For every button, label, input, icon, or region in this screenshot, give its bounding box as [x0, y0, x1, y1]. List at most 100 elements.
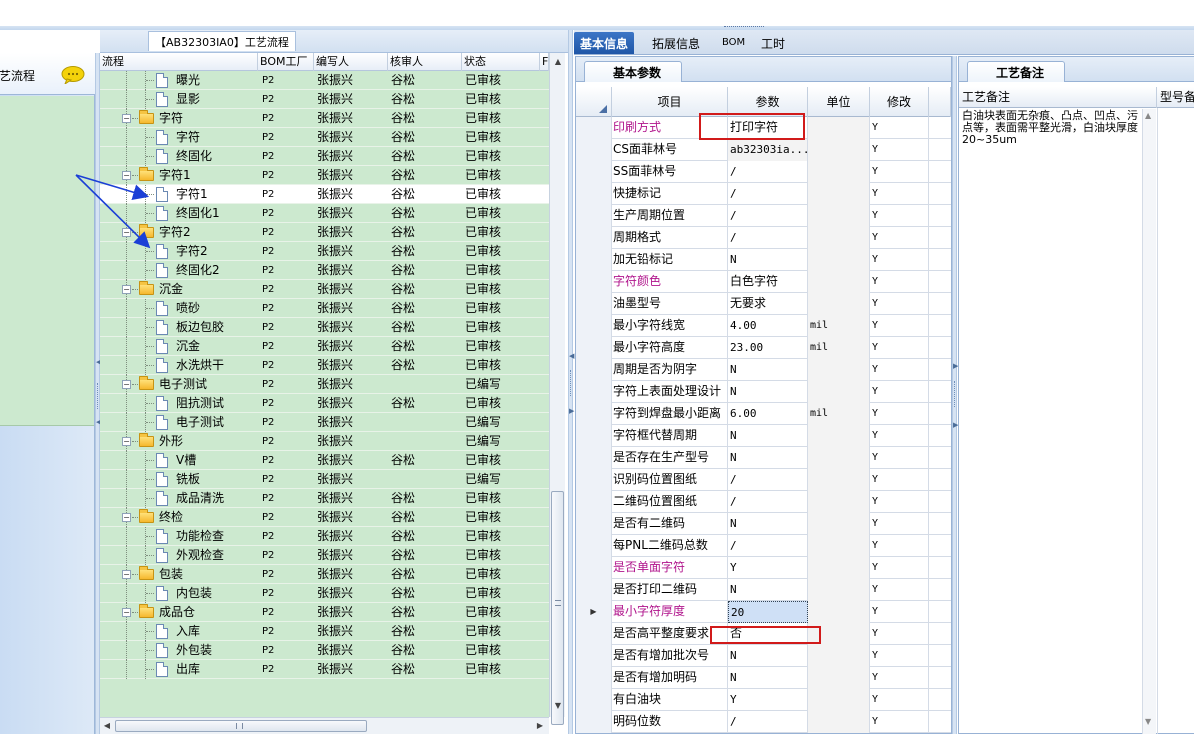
params-row[interactable]: SS面菲林号 / Y [576, 161, 951, 183]
params-row[interactable]: 每PNL二维码总数 / Y [576, 535, 951, 557]
tree-row[interactable]: 终固化2 P2 张振兴 谷松 已审核 [100, 261, 549, 280]
splitter-collapse-icon[interactable]: ◀ [569, 352, 574, 360]
param-value[interactable]: 23.00 [728, 337, 808, 359]
tree-row[interactable]: 终固化1 P2 张振兴 谷松 已审核 [100, 204, 549, 223]
tree-row[interactable]: 内包装 P2 张振兴 谷松 已审核 [100, 584, 549, 603]
param-modify-flag[interactable]: Y [870, 425, 929, 447]
tree-col-reviewer[interactable]: 核审人 [388, 53, 462, 71]
tree-node[interactable]: − 字符2 [100, 223, 258, 242]
row-indicator[interactable] [576, 337, 612, 359]
tree-node[interactable]: 终固化1 [100, 204, 258, 223]
param-modify-flag[interactable]: Y [870, 557, 929, 579]
scroll-down-icon[interactable]: ▼ [552, 699, 564, 713]
param-modify-flag[interactable]: Y [870, 469, 929, 491]
row-indicator[interactable] [576, 645, 612, 667]
param-modify-flag[interactable]: Y [870, 579, 929, 601]
params-row[interactable]: 字符框代替周期 N Y [576, 425, 951, 447]
tab-extended-info[interactable]: 拓展信息 [646, 32, 706, 54]
tab-basic-info[interactable]: 基本信息 [574, 32, 635, 54]
scroll-down-icon[interactable]: ▼ [1145, 717, 1151, 726]
tree-row[interactable]: 水洗烘干 P2 张振兴 谷松 已审核 [100, 356, 549, 375]
row-indicator[interactable] [576, 557, 612, 579]
param-modify-flag[interactable]: Y [870, 403, 929, 425]
params-row[interactable]: 周期格式 / Y [576, 227, 951, 249]
params-row[interactable]: 是否有二维码 N Y [576, 513, 951, 535]
row-indicator[interactable] [576, 491, 612, 513]
param-value[interactable]: 4.00 [728, 315, 808, 337]
tree-node[interactable]: 成品清洗 [100, 489, 258, 508]
tree-node[interactable]: V槽 [100, 451, 258, 470]
param-value[interactable]: / [728, 205, 808, 227]
scroll-up-icon[interactable]: ▲ [552, 55, 564, 69]
tree-node[interactable]: − 包装 [100, 565, 258, 584]
row-indicator[interactable] [576, 293, 612, 315]
collapse-icon[interactable]: − [122, 171, 131, 180]
current-row-indicator-icon[interactable]: ▶ [576, 601, 612, 623]
tree-node[interactable]: 终固化 [100, 147, 258, 166]
tree-row[interactable]: 终固化 P2 张振兴 谷松 已审核 [100, 147, 549, 166]
tree-row[interactable]: 电子测试 P2 张振兴 已编写 [100, 413, 549, 432]
tree-node[interactable]: 字符 [100, 128, 258, 147]
tree-node[interactable]: − 沉金 [100, 280, 258, 299]
row-indicator[interactable] [576, 623, 612, 645]
row-indicator[interactable] [576, 711, 612, 733]
scroll-left-icon[interactable]: ◀ [100, 719, 114, 733]
tree-node[interactable]: − 字符1 [100, 166, 258, 185]
tree-hscroll-thumb[interactable] [115, 720, 367, 732]
row-indicator[interactable] [576, 425, 612, 447]
remark-scrollbar[interactable]: ▲ ▼ [1142, 109, 1156, 734]
tree-row[interactable]: 字符1 P2 张振兴 谷松 已审核 [100, 185, 549, 204]
param-value[interactable]: ab32303ia... [728, 139, 808, 161]
param-value[interactable]: Y [728, 689, 808, 711]
param-value[interactable]: N [728, 425, 808, 447]
param-modify-flag[interactable]: Y [870, 205, 929, 227]
tree-row[interactable]: − 包装 P2 张振兴 谷松 已审核 [100, 565, 549, 584]
params-row[interactable]: 字符到焊盘最小距离 6.00 mil Y [576, 403, 951, 425]
tree-col-status[interactable]: 状态 [462, 53, 540, 71]
row-indicator[interactable] [576, 689, 612, 711]
params-row[interactable]: ▶ 最小字符厚度 20 Y [576, 601, 951, 623]
tree-node[interactable]: 阻抗测试 [100, 394, 258, 413]
tree-node[interactable]: 水洗烘干 [100, 356, 258, 375]
param-modify-flag[interactable]: Y [870, 667, 929, 689]
param-modify-flag[interactable]: Y [870, 271, 929, 293]
params-row[interactable]: 是否打印二维码 N Y [576, 579, 951, 601]
tree-node[interactable]: 出库 [100, 660, 258, 679]
param-modify-flag[interactable]: Y [870, 183, 929, 205]
param-modify-flag[interactable]: Y [870, 381, 929, 403]
param-modify-flag[interactable]: Y [870, 513, 929, 535]
tree-node[interactable]: 外观检查 [100, 546, 258, 565]
param-modify-flag[interactable]: Y [870, 359, 929, 381]
tree-row[interactable]: 外包装 P2 张振兴 谷松 已审核 [100, 641, 549, 660]
params-row[interactable]: 识别码位置图纸 / Y [576, 469, 951, 491]
tree-node[interactable]: 喷砂 [100, 299, 258, 318]
params-row[interactable]: 二维码位置图纸 / Y [576, 491, 951, 513]
param-value[interactable]: N [728, 513, 808, 535]
row-indicator[interactable] [576, 205, 612, 227]
params-row[interactable]: 字符上表面处理设计 N Y [576, 381, 951, 403]
tree-col-process[interactable]: 流程 [100, 53, 258, 71]
collapse-icon[interactable]: − [122, 228, 131, 237]
collapse-icon[interactable]: − [122, 570, 131, 579]
tab-process-remark[interactable]: 工艺备注 [967, 61, 1066, 82]
params-col-unit[interactable]: 单位 [808, 87, 870, 117]
collapse-icon[interactable]: − [122, 380, 131, 389]
tree-row[interactable]: 成品清洗 P2 张振兴 谷松 已审核 [100, 489, 549, 508]
param-modify-flag[interactable]: Y [870, 491, 929, 513]
param-value[interactable]: N [728, 667, 808, 689]
tree-row[interactable]: 外观检查 P2 张振兴 谷松 已审核 [100, 546, 549, 565]
param-modify-flag[interactable]: Y [870, 161, 929, 183]
param-modify-flag[interactable]: Y [870, 711, 929, 733]
row-indicator[interactable] [576, 161, 612, 183]
row-indicator[interactable] [576, 315, 612, 337]
params-row[interactable]: 生产周期位置 / Y [576, 205, 951, 227]
collapse-icon[interactable]: − [122, 513, 131, 522]
param-value[interactable]: / [728, 491, 808, 513]
params-row[interactable]: 有白油块 Y Y [576, 689, 951, 711]
param-value[interactable]: N [728, 249, 808, 271]
param-modify-flag[interactable]: Y [870, 249, 929, 271]
row-indicator[interactable] [576, 117, 612, 139]
tree-vertical-scrollbar[interactable]: ▲ ▼ [549, 53, 565, 725]
tab-bom[interactable]: BOM [716, 34, 751, 56]
param-value[interactable]: 6.00 [728, 403, 808, 425]
